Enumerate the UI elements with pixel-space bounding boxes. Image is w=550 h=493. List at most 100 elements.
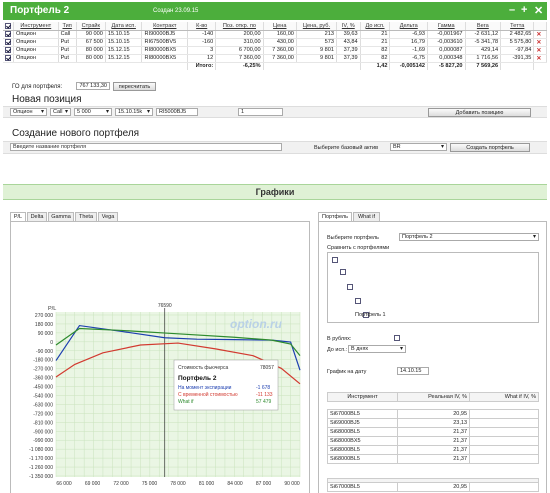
iv-whatif[interactable] bbox=[469, 436, 539, 446]
x-tick-label: 72 000 bbox=[113, 481, 129, 487]
row-select bbox=[3, 54, 14, 63]
asset-select[interactable]: BR bbox=[390, 143, 447, 151]
cell: 80 000 bbox=[76, 54, 106, 63]
tooltip-text: What if bbox=[178, 399, 194, 405]
iv-real: 21,37 bbox=[397, 445, 470, 455]
iv-instrument: Si67000BL5 bbox=[327, 409, 398, 419]
iv-real: 21,37 bbox=[397, 436, 470, 446]
col-header[interactable]: К-во bbox=[187, 22, 217, 31]
cell: 310,00 bbox=[215, 38, 264, 47]
row-checkbox[interactable] bbox=[5, 54, 11, 61]
cell: 15.12.15 bbox=[105, 54, 143, 63]
iv-whatif[interactable] bbox=[469, 427, 539, 437]
col-header[interactable]: Контракт bbox=[141, 22, 189, 31]
cell: 160,00 bbox=[263, 30, 297, 39]
qty-field[interactable]: 1 bbox=[238, 108, 283, 116]
cell: Опцион bbox=[13, 54, 59, 63]
delete-icon[interactable]: ✕ bbox=[536, 48, 541, 54]
compare-label: Сравнить с портфелями bbox=[327, 245, 390, 251]
select-all-checkbox[interactable] bbox=[5, 22, 11, 29]
cell: 80 000 bbox=[76, 46, 106, 55]
col-header[interactable]: Дата исп. bbox=[105, 22, 143, 31]
x-tick-label: 90 000 bbox=[284, 481, 300, 487]
iv-whatif[interactable] bbox=[469, 454, 539, 464]
table-row: Si69000BJ5 23,13 bbox=[327, 418, 539, 428]
col-header[interactable]: Тип bbox=[58, 22, 77, 31]
table-row: Si68000BX5 21,37 bbox=[327, 436, 539, 446]
y-tick-label: -1 350 000 bbox=[29, 474, 53, 480]
compare-checkbox-4[interactable] bbox=[355, 298, 362, 304]
portfolio-name-input[interactable]: Введите название портфеля bbox=[10, 143, 282, 151]
cell: RI67500BV5 bbox=[141, 38, 189, 47]
y-tick-label: 270 000 bbox=[35, 313, 53, 319]
date-select[interactable]: 15.10.15k bbox=[115, 108, 153, 116]
compare-checkbox-3[interactable] bbox=[347, 284, 354, 290]
kind-select[interactable]: Call bbox=[50, 108, 71, 116]
type-select[interactable]: Опцион bbox=[10, 108, 47, 116]
rub-checkbox[interactable] bbox=[394, 335, 401, 341]
col-header[interactable]: Дельта bbox=[389, 22, 428, 31]
cell: -0,003610 bbox=[427, 38, 466, 47]
row-checkbox[interactable] bbox=[5, 38, 11, 45]
col-header[interactable]: Цена bbox=[263, 22, 297, 31]
row-select bbox=[3, 46, 14, 55]
row-checkbox[interactable] bbox=[5, 30, 11, 37]
iv-whatif[interactable] bbox=[469, 445, 539, 455]
iv-instrument: Si67000BL5 bbox=[327, 482, 398, 492]
go-label: ГО для портфеля: bbox=[12, 84, 63, 90]
iv-whatif[interactable] bbox=[469, 409, 539, 419]
strike-select[interactable]: 5 000 bbox=[74, 108, 112, 116]
total-cell: 7 569,26 bbox=[465, 62, 502, 70]
iv-instrument: Si68000BL5 bbox=[327, 445, 398, 455]
row-checkbox[interactable] bbox=[5, 46, 11, 53]
col-header[interactable]: Страйк bbox=[76, 22, 106, 31]
cell: -140 bbox=[187, 30, 217, 39]
table-row: Опцион Put 80 000 15.12.15 RI80000BX5 3 6 700,… bbox=[3, 46, 547, 55]
cell: 2 482,65 bbox=[500, 30, 535, 39]
go-value: 767 133,30 bbox=[76, 82, 110, 90]
iv-real: 21,37 bbox=[397, 454, 470, 464]
col-header[interactable]: Инструмент bbox=[13, 22, 59, 31]
delete-icon[interactable]: ✕ bbox=[536, 40, 541, 46]
row-select bbox=[3, 30, 14, 39]
cell: 200,00 bbox=[215, 30, 264, 39]
add-position-button[interactable]: Добавить позицию bbox=[428, 108, 531, 117]
iv-real: 21,37 bbox=[397, 427, 470, 437]
col-header[interactable]: Тетта bbox=[500, 22, 535, 31]
delete-icon[interactable]: ✕ bbox=[536, 32, 541, 38]
cell: 82 bbox=[360, 54, 391, 63]
close-icon[interactable]: ✕ bbox=[534, 4, 543, 17]
iv-whatif[interactable] bbox=[469, 418, 539, 428]
create-portfolio-button[interactable]: Создать портфель bbox=[450, 143, 530, 152]
iv-whatif[interactable] bbox=[469, 482, 539, 492]
created-date: Создан 23.09.15 bbox=[153, 8, 199, 14]
cell: -391,35 bbox=[500, 54, 535, 63]
contract-field[interactable]: RI5000BJ5 bbox=[156, 108, 198, 116]
watermark: option.ru bbox=[230, 317, 283, 331]
col-header[interactable]: Гамма bbox=[427, 22, 466, 31]
minimize-icon[interactable]: – bbox=[509, 4, 515, 16]
col-header[interactable]: Поз. откр. по bbox=[215, 22, 264, 31]
recalc-button[interactable]: пересчитать bbox=[113, 82, 156, 91]
until-select[interactable]: В днях bbox=[348, 345, 406, 353]
cell: -1,69 bbox=[389, 46, 428, 55]
y-tick-label: -450 000 bbox=[33, 385, 53, 391]
x-tick-label: 69 000 bbox=[85, 481, 101, 487]
cell: 6 700,00 bbox=[215, 46, 264, 55]
cell: Put bbox=[58, 54, 77, 63]
delete-icon[interactable]: ✕ bbox=[536, 56, 541, 62]
col-header[interactable]: Цена, руб. bbox=[296, 22, 337, 31]
col-header[interactable]: До исп. bbox=[360, 22, 391, 31]
col-header[interactable]: IV, % bbox=[336, 22, 361, 31]
cell: 90 000 bbox=[76, 30, 106, 39]
x-tick-label: 78 000 bbox=[170, 481, 186, 487]
cell: Put bbox=[58, 38, 77, 47]
date-field[interactable]: 14.10.15 bbox=[397, 367, 429, 375]
compare-checkbox-1[interactable] bbox=[332, 257, 338, 263]
portfolio-select[interactable]: Портфель 2 bbox=[399, 233, 539, 241]
compare-checkbox-2[interactable] bbox=[339, 269, 346, 275]
cell: Put bbox=[58, 46, 77, 55]
date-label: График на дату bbox=[327, 369, 367, 375]
add-icon[interactable]: + bbox=[521, 4, 527, 16]
col-header[interactable]: Вега bbox=[465, 22, 502, 31]
